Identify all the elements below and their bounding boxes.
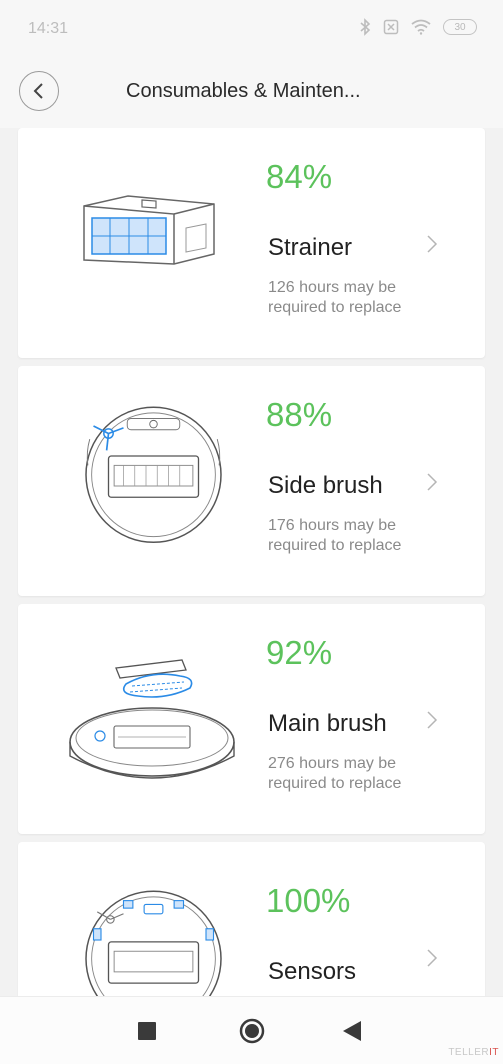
main-brush-description: 276 hours may be required to replace — [268, 755, 402, 792]
chevron-right-icon — [427, 711, 438, 729]
chevron-right-icon — [427, 235, 438, 253]
main-brush-name: Main brush — [268, 710, 387, 737]
status-icons: 30 — [359, 18, 477, 36]
consumable-card-main-brush[interactable]: 92% Main brush 276 hours may be required… — [18, 604, 485, 834]
watermark: TELLERIT — [448, 1047, 499, 1058]
system-nav-bar: TELLERIT — [0, 996, 503, 1064]
watermark-accent: IT — [489, 1047, 499, 1058]
consumable-card-strainer[interactable]: 84% Strainer 126 hours may be required t… — [18, 128, 485, 358]
status-time: 14:31 — [28, 20, 69, 37]
chevron-right-icon — [427, 473, 438, 491]
circle-icon[interactable] — [239, 1018, 265, 1044]
main-brush-percent: 92% — [266, 634, 333, 671]
chevron-left-icon — [33, 83, 43, 99]
consumable-card-side-brush[interactable]: 88% Side brush 176 hours may be required… — [18, 366, 485, 596]
side-brush-percent: 88% — [266, 396, 333, 433]
triangle-back-icon[interactable] — [343, 1021, 361, 1041]
square-icon[interactable] — [138, 1022, 156, 1040]
status-bar: 14:31 30 — [0, 0, 503, 60]
battery-level: 30 — [454, 21, 466, 33]
consumables-list: 84% Strainer 126 hours may be required t… — [0, 128, 503, 996]
app-header: Consumables & Mainten... — [0, 60, 503, 128]
side-brush-description: 176 hours may be required to replace — [268, 517, 402, 554]
strainer-illustration — [83, 195, 215, 265]
wifi-icon — [411, 19, 431, 35]
sensors-name: Sensors — [268, 958, 357, 985]
main-brush-illustration — [69, 659, 235, 779]
strainer-percent: 84% — [266, 158, 333, 195]
watermark-text: TELLER — [448, 1047, 490, 1058]
page-title: Consumables & Mainten... — [126, 80, 361, 102]
strainer-name: Strainer — [268, 234, 353, 261]
sim-off-icon — [383, 19, 399, 35]
sensors-illustration — [85, 890, 222, 996]
bluetooth-icon — [360, 18, 371, 36]
side-brush-illustration — [85, 406, 222, 543]
battery-indicator: 30 — [443, 19, 477, 35]
strainer-description: 126 hours may be required to replace — [268, 279, 402, 316]
back-button[interactable] — [19, 71, 59, 111]
sensors-percent: 100% — [266, 882, 351, 919]
chevron-right-icon — [427, 949, 438, 967]
side-brush-name: Side brush — [268, 472, 383, 499]
consumable-card-sensors[interactable]: 100% Sensors — [18, 842, 485, 996]
